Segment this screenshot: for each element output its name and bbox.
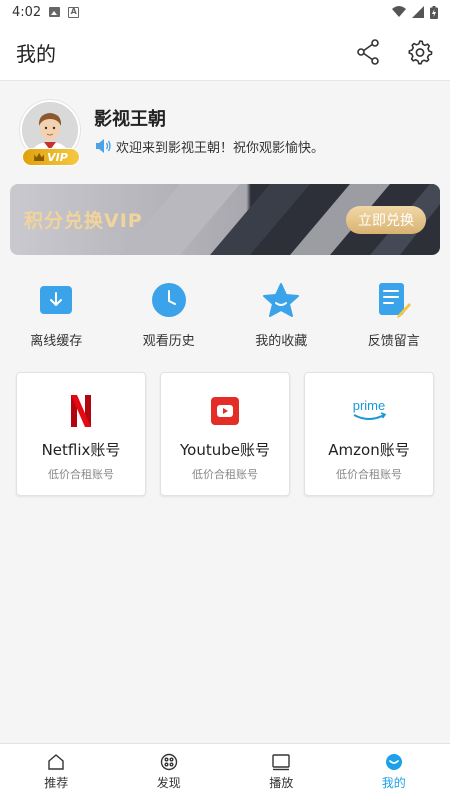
redeem-button[interactable]: 立即兑换 <box>346 206 426 234</box>
welcome-notice: 欢迎来到影视王朝！祝你观影愉快。 <box>94 137 324 156</box>
netflix-account-card[interactable]: Netflix账号 低价合租账号 <box>16 372 146 496</box>
tab-play-label: 播放 <box>269 776 294 790</box>
quick-watch-history-label: 观看历史 <box>142 334 195 349</box>
tab-mine-label: 我的 <box>381 776 406 790</box>
youtube-account-sub: 低价合租账号 <box>192 468 258 481</box>
image-notification-icon <box>49 7 61 17</box>
wifi-icon <box>392 6 406 17</box>
page-title: 我的 <box>16 41 56 66</box>
quick-offline-cache[interactable]: 离线缓存 <box>0 280 113 350</box>
netflix-account-sub: 低价合租账号 <box>48 468 114 481</box>
amazon-account-sub: 低价合租账号 <box>336 468 402 481</box>
user-name: 影视王朝 <box>94 108 166 130</box>
netflix-logo <box>71 395 91 427</box>
avatar-wrap[interactable]: VIP <box>20 100 80 166</box>
tab-recommend[interactable]: 推荐 <box>0 744 113 800</box>
amazon-account-card[interactable]: prime Amzon账号 低价合租账号 <box>304 372 434 496</box>
welcome-text: 欢迎来到影视王朝！祝你观影愉快。 <box>116 140 325 156</box>
quick-feedback[interactable]: 反馈留言 <box>338 280 450 350</box>
settings-button[interactable] <box>406 38 434 66</box>
share-button[interactable] <box>354 38 382 66</box>
signal-icon <box>412 6 424 18</box>
youtube-account-name: Youtube账号 <box>180 441 270 459</box>
home-icon <box>48 754 64 770</box>
quick-offline-cache-label: 离线缓存 <box>30 334 83 349</box>
netflix-account-name: Netflix账号 <box>41 441 121 459</box>
tab-recommend-label: 推荐 <box>44 776 69 790</box>
font-notification-icon: A <box>68 6 80 18</box>
clock-icon <box>151 283 186 317</box>
app-header: 我的 <box>0 24 450 81</box>
prime-logo: prime <box>353 398 387 420</box>
quick-actions: 离线缓存 观看历史 我的收藏 反馈留言 <box>0 280 450 350</box>
battery-icon <box>430 5 438 19</box>
quick-my-favorites-label: 我的收藏 <box>255 334 308 349</box>
quick-watch-history[interactable]: 观看历史 <box>113 280 226 350</box>
vip-redeem-banner[interactable]: 积分兑换VIP 立即兑换 <box>10 184 440 255</box>
vip-badge: VIP <box>22 148 80 166</box>
tab-discover[interactable]: 发现 <box>113 744 226 800</box>
youtube-account-card[interactable]: Youtube账号 低价合租账号 <box>160 372 290 496</box>
tab-discover-label: 发现 <box>156 776 181 790</box>
tab-mine[interactable]: 我的 <box>338 744 450 800</box>
download-icon <box>40 286 73 314</box>
amazon-account-name: Amzon账号 <box>328 441 410 459</box>
crown-icon <box>34 153 45 161</box>
screen-icon <box>272 754 290 771</box>
profile-icon <box>385 754 402 770</box>
account-cards: Netflix账号 低价合租账号 Youtube账号 低价合租账号 prime … <box>16 372 434 498</box>
feedback-icon <box>378 283 411 318</box>
youtube-logo <box>211 397 239 425</box>
bottom-tab-bar: 推荐 发现 播放 我的 <box>0 743 450 800</box>
quick-feedback-label: 反馈留言 <box>367 334 420 349</box>
tab-play[interactable]: 播放 <box>225 744 338 800</box>
status-bar: 4:02 A <box>0 0 450 24</box>
gear-icon <box>408 40 433 65</box>
prime-logo-text: prime <box>353 398 386 413</box>
quick-my-favorites[interactable]: 我的收藏 <box>225 280 338 350</box>
profile-section[interactable]: VIP 影视王朝 欢迎来到影视王朝！祝你观影愉快。 <box>0 90 450 170</box>
status-time: 4:02 <box>12 4 42 20</box>
film-reel-icon <box>160 753 177 771</box>
banner-title: 积分兑换VIP <box>24 210 143 232</box>
speaker-icon <box>96 139 111 153</box>
share-icon <box>357 39 379 65</box>
vip-badge-label: VIP <box>47 150 68 164</box>
star-icon <box>263 283 300 317</box>
